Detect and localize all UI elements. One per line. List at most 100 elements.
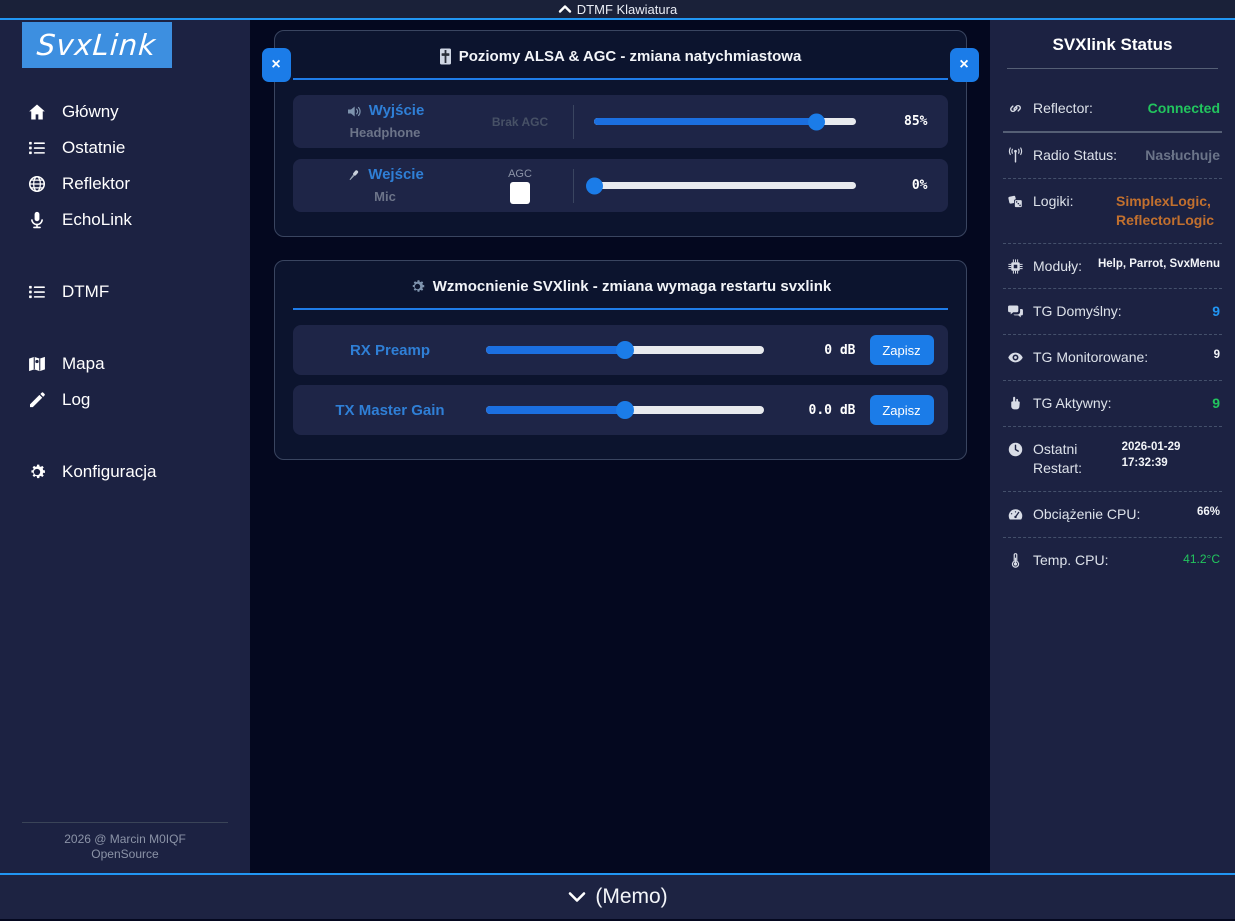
status-row-cpu-temp: Temp. CPU: 41.2°C xyxy=(1003,538,1222,583)
footer-opensource: OpenSource xyxy=(10,847,240,861)
list-icon xyxy=(27,282,47,302)
eye-icon xyxy=(1007,349,1024,366)
sidebar-item-label: EchoLink xyxy=(62,210,132,230)
sidebar-footer: 2026 @ Marcin M0IQF OpenSource xyxy=(0,813,250,873)
status-label: Moduły: xyxy=(1033,257,1082,276)
status-row-restart: Ostatni Restart: 2026-01-29 17:32:39 xyxy=(1003,427,1222,492)
status-label: TG Domyślny: xyxy=(1033,302,1122,321)
rx-preamp-save-button[interactable]: Zapisz xyxy=(870,335,934,365)
sidebar-item-label: Mapa xyxy=(62,354,105,374)
svxlink-logo[interactable]: SvxLink xyxy=(22,22,172,68)
footer-divider xyxy=(22,822,228,823)
input-volume-slider[interactable] xyxy=(594,182,856,189)
close-button-right[interactable]: × xyxy=(950,48,979,82)
sidebar-item-label: Główny xyxy=(62,102,119,122)
status-row-tg-aktywny: TG Aktywny: 9 xyxy=(1003,381,1222,427)
sidebar-item-mapa[interactable]: Mapa xyxy=(0,346,250,382)
tg-monitorowane-value: 9 xyxy=(1214,348,1220,364)
agc-checkbox[interactable] xyxy=(510,182,530,204)
sidebar-item-log[interactable]: Log xyxy=(0,382,250,418)
status-row-tg-domyslny: TG Domyślny: 9 xyxy=(1003,289,1222,335)
pencil-icon xyxy=(27,390,47,410)
rx-preamp-label: RX Preamp xyxy=(303,342,478,359)
dtmf-keyboard-drawer[interactable]: DTMF Klawiatura xyxy=(0,0,1235,20)
speaker-icon xyxy=(346,104,362,119)
input-level-row: Wejście Mic AGC 0% xyxy=(293,159,948,212)
slider-thumb[interactable] xyxy=(616,401,634,419)
level-slider-icon xyxy=(439,48,452,65)
no-agc-label: Brak AGC xyxy=(492,115,548,129)
row-divider xyxy=(573,169,574,203)
status-row-tg-monitorowane: TG Monitorowane: 9 xyxy=(1003,335,1222,381)
status-row-moduly: Moduły: Help, Parrot, SvxMenu xyxy=(1003,244,1222,290)
status-row-cpu-load: Obciążenie CPU: 66% xyxy=(1003,492,1222,538)
home-icon xyxy=(27,102,47,122)
output-volume-slider[interactable] xyxy=(594,118,856,125)
moduly-value: Help, Parrot, SvxMenu xyxy=(1098,257,1220,273)
logiki-value: SimplexLogic, ReflectorLogic xyxy=(1116,192,1220,230)
memo-drawer[interactable]: (Memo) xyxy=(0,873,1235,919)
sidebar-item-reflektor[interactable]: Reflektor xyxy=(0,166,250,202)
memo-label: (Memo) xyxy=(595,885,667,909)
tx-master-gain-slider[interactable] xyxy=(486,406,764,414)
comments-icon xyxy=(1007,303,1024,320)
rx-preamp-slider[interactable] xyxy=(486,346,764,354)
status-panel: SVXlink Status Reflector: Connected Radi… xyxy=(990,20,1235,873)
globe-icon xyxy=(27,174,47,194)
sidebar-item-label: DTMF xyxy=(62,282,109,302)
status-label: Logiki: xyxy=(1033,192,1073,211)
sidebar-item-dtmf[interactable]: DTMF xyxy=(0,274,250,310)
status-label: TG Monitorowane: xyxy=(1033,348,1148,367)
tx-master-gain-row: TX Master Gain 0.0 dB Zapisz xyxy=(293,385,948,435)
gauge-icon xyxy=(1007,506,1024,523)
status-label: Obciążenie CPU: xyxy=(1033,505,1140,524)
row-divider xyxy=(573,105,574,139)
dtmf-keyboard-label: DTMF Klawiatura xyxy=(577,2,677,17)
output-level-row: Wyjście Headphone Brak AGC 85% xyxy=(293,95,948,148)
input-label: Wejście xyxy=(368,166,424,185)
cpu-temp-value: 41.2°C xyxy=(1183,551,1220,567)
sidebar-item-echolink[interactable]: EchoLink xyxy=(0,202,250,238)
clock-icon xyxy=(1007,441,1024,458)
gain-card-title: Wzmocnienie SVXlink - zmiana wymaga rest… xyxy=(293,278,948,310)
hand-icon xyxy=(1007,395,1024,412)
alsa-card-title-text: Poziomy ALSA & AGC - zmiana natychmiasto… xyxy=(459,48,802,65)
reflector-status-value: Connected xyxy=(1148,99,1220,118)
left-sidebar: SvxLink Główny Ostatnie Reflektor EchoLi… xyxy=(0,20,250,873)
radio-status-value: Nasłuchuje xyxy=(1145,146,1220,165)
main-content: × × Poziomy ALSA & AGC - zmiana natychmi… xyxy=(250,20,990,873)
cpu-load-value: 66% xyxy=(1197,505,1220,521)
status-row-logiki: Logiki: SimplexLogic, ReflectorLogic xyxy=(1003,179,1222,244)
sidebar-item-ostatnie[interactable]: Ostatnie xyxy=(0,130,250,166)
close-icon: × xyxy=(959,56,968,74)
slider-thumb[interactable] xyxy=(586,177,603,194)
agc-label: AGC xyxy=(468,168,573,180)
dice-icon xyxy=(1007,193,1024,210)
slider-thumb[interactable] xyxy=(808,113,825,130)
tg-domyslny-value: 9 xyxy=(1212,302,1220,321)
sidebar-item-glowny[interactable]: Główny xyxy=(0,94,250,130)
status-row-reflector: Reflector: Connected xyxy=(1003,86,1222,133)
sidebar-item-konfiguracja[interactable]: Konfiguracja xyxy=(0,454,250,490)
svxlink-gain-card: Wzmocnienie SVXlink - zmiana wymaga rest… xyxy=(274,260,967,460)
tx-master-gain-label: TX Master Gain xyxy=(303,402,478,419)
output-volume-value: 85% xyxy=(876,114,928,129)
input-device-name: Mic xyxy=(303,189,468,205)
gain-card-title-text: Wzmocnienie SVXlink - zmiana wymaga rest… xyxy=(433,278,831,295)
gear-icon xyxy=(409,278,426,295)
alsa-card-title: Poziomy ALSA & AGC - zmiana natychmiasto… xyxy=(293,48,948,80)
tx-master-gain-save-button[interactable]: Zapisz xyxy=(870,395,934,425)
close-button-left[interactable]: × xyxy=(262,48,291,82)
tx-master-gain-value: 0.0 dB xyxy=(788,403,856,418)
status-label: Ostatni Restart: xyxy=(1033,440,1122,478)
gear-icon xyxy=(27,462,47,482)
thermometer-icon xyxy=(1007,552,1024,569)
tg-aktywny-value: 9 xyxy=(1212,394,1220,413)
chevron-down-icon xyxy=(567,890,587,904)
logo-text: SvxLink xyxy=(36,28,158,62)
microchip-icon xyxy=(1007,258,1024,275)
restart-value: 2026-01-29 17:32:39 xyxy=(1122,440,1220,471)
close-icon: × xyxy=(271,56,280,74)
slider-thumb[interactable] xyxy=(616,341,634,359)
footer-copyright: 2026 @ Marcin M0IQF xyxy=(10,832,240,846)
